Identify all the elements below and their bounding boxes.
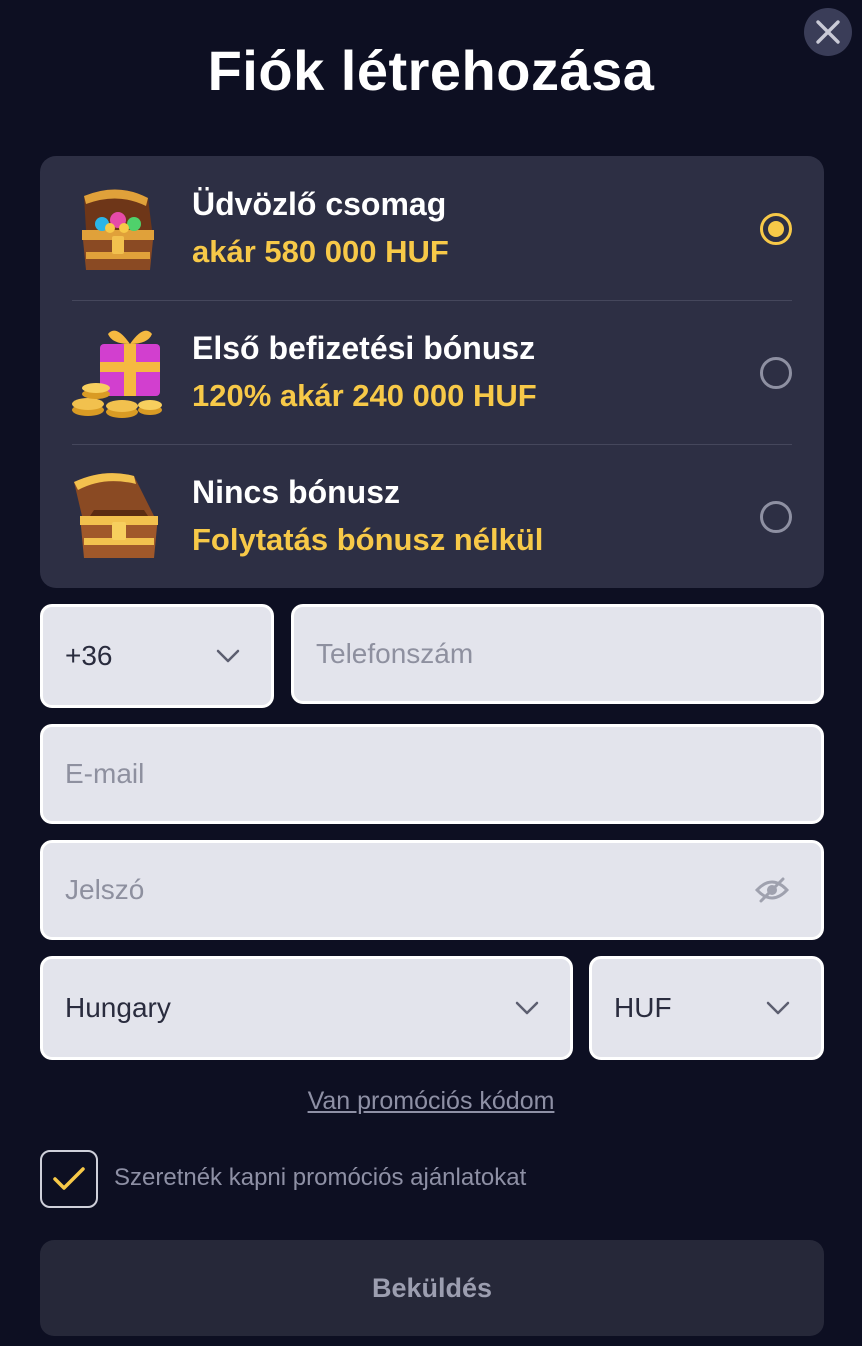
promo-offers-label: Szeretnék kapni promóciós ajánlatokat: [114, 1164, 527, 1191]
checkmark-icon: [53, 1167, 85, 1190]
bonus-selector: Üdvözlő csomag akár 580 000 HUF Első bef…: [40, 156, 824, 588]
bonus-subtitle: 120% akár 240 000 HUF: [192, 378, 537, 413]
chevron-down-icon: [766, 1001, 790, 1015]
currency-value: HUF: [614, 992, 672, 1023]
bonus-title: Üdvözlő csomag: [192, 186, 447, 222]
treasure-chest-gems-icon: [82, 189, 154, 270]
chevron-down-icon: [515, 1001, 539, 1015]
bonus-subtitle: akár 580 000 HUF: [192, 234, 449, 269]
radio-unselected[interactable]: [760, 357, 792, 389]
gift-coins-icon: [72, 330, 162, 418]
radio-unselected[interactable]: [760, 501, 792, 533]
phone-code-select[interactable]: +36: [40, 604, 274, 708]
phone-placeholder: Telefonszám: [316, 638, 474, 669]
phone-code-value: +36: [65, 640, 113, 671]
page-title: Fiók létrehozása: [207, 39, 655, 102]
country-select[interactable]: Hungary: [40, 956, 573, 1060]
bonus-option-no-bonus[interactable]: Nincs bónusz Folytatás bónusz nélkül: [40, 444, 824, 588]
promo-offers-checkbox[interactable]: [40, 1150, 98, 1208]
eye-slash-icon[interactable]: [755, 877, 789, 903]
bonus-subtitle: Folytatás bónusz nélkül: [192, 522, 544, 557]
submit-button[interactable]: Beküldés: [40, 1240, 824, 1336]
bonus-option-welcome[interactable]: Üdvözlő csomag akár 580 000 HUF: [40, 156, 824, 300]
chevron-down-icon: [216, 649, 240, 663]
radio-selected[interactable]: [760, 213, 792, 245]
phone-input[interactable]: Telefonszám: [291, 604, 824, 704]
password-placeholder: Jelszó: [65, 874, 145, 905]
country-value: Hungary: [65, 992, 171, 1023]
currency-select[interactable]: HUF: [589, 956, 824, 1060]
promo-code-link[interactable]: Van promóciós kódom: [0, 1087, 862, 1116]
bonus-option-first-deposit[interactable]: Első befizetési bónusz 120% akár 240 000…: [40, 300, 824, 444]
empty-chest-icon: [74, 473, 158, 558]
password-field[interactable]: Jelszó: [40, 840, 824, 940]
bonus-title: Első befizetési bónusz: [192, 330, 536, 366]
email-field[interactable]: E-mail: [40, 724, 824, 824]
bonus-title: Nincs bónusz: [192, 474, 401, 510]
email-placeholder: E-mail: [65, 758, 145, 789]
